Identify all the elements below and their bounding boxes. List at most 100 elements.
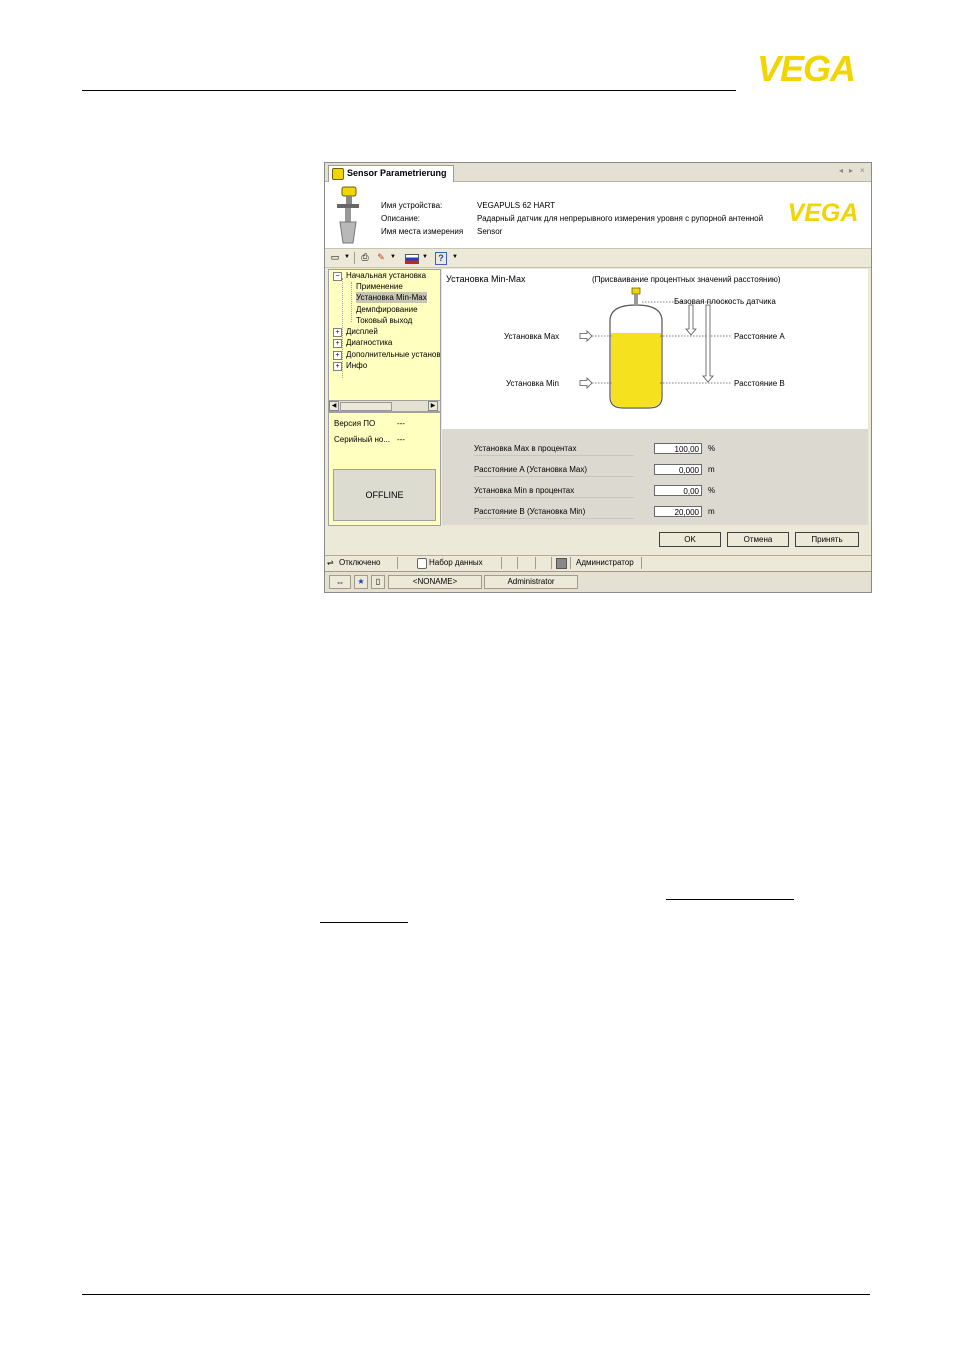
help-icon[interactable]: ?: [435, 252, 447, 265]
header-rule: [82, 90, 736, 91]
distance-a-arrow: [685, 304, 697, 336]
device-name-value: VEGAPULS 62 HART: [477, 201, 556, 210]
param-label: Расстояние B (Установка Min): [474, 507, 586, 516]
vega-logo-small-text: VEGA: [788, 200, 859, 224]
tree-item-label: Токовый выход: [356, 316, 413, 325]
param-divider: [474, 497, 634, 498]
distance-a-field[interactable]: 0,000: [654, 464, 702, 475]
toolbar: ▭ ▼ ⎙ ✎ ▼ ▼ ? ▼: [325, 249, 871, 268]
status-separator: [551, 557, 552, 569]
tree-item-label: Применение: [356, 282, 403, 291]
tab-prev-icon[interactable]: ◂: [839, 166, 843, 175]
min-percent-field[interactable]: 0,00: [654, 485, 702, 496]
status-separator: [397, 557, 398, 569]
min-max-diagram: Установка Min-Max (Присваивание процентн…: [442, 269, 868, 429]
tree-item-damping[interactable]: Демпфирование: [356, 304, 418, 315]
scroll-thumb[interactable]: [340, 402, 392, 411]
collapse-icon[interactable]: −: [333, 272, 342, 281]
link-underline: [666, 899, 794, 900]
chevron-down-icon[interactable]: ▼: [341, 252, 353, 263]
tab-next-icon[interactable]: ▸: [849, 166, 853, 175]
connection-toggle-icon[interactable]: ⇔: [329, 575, 351, 589]
serial-number-label: Серийный но...: [334, 435, 391, 444]
tab-title: Sensor Parametrierung: [347, 168, 447, 178]
param-divider: [474, 476, 634, 477]
tree-item-application[interactable]: Применение: [356, 281, 403, 292]
document-icon[interactable]: ▯: [371, 575, 385, 589]
navigation-tree: − Начальная установка Применение Установ…: [328, 269, 441, 409]
status-separator: [517, 557, 518, 569]
status-separator: [535, 557, 536, 569]
tank-liquid: [611, 333, 661, 407]
user-tab[interactable]: Administrator: [484, 575, 578, 589]
param-unit: %: [708, 486, 716, 495]
language-flag-icon[interactable]: [405, 254, 419, 264]
scroll-left-icon[interactable]: ◀: [329, 401, 339, 411]
param-label: Установка Max в процентах: [474, 444, 577, 453]
status-bar: ⇌ Отключено Набор данных Администратор: [325, 555, 871, 570]
tab-sensor-parametrierung[interactable]: Sensor Parametrierung: [328, 165, 454, 182]
tree-item-label: Диагностика: [346, 338, 393, 347]
tree-item-label: Демпфирование: [356, 305, 418, 314]
apply-button[interactable]: Принять: [795, 532, 859, 547]
param-label: Установка Min в процентах: [474, 486, 575, 495]
firmware-version-value: ---: [397, 419, 405, 428]
max-percent-field[interactable]: 100,00: [654, 443, 702, 454]
expand-icon[interactable]: +: [333, 328, 342, 337]
footer-rule: [82, 1294, 870, 1295]
sensor-parametrierung-window: Sensor Parametrierung ◂ ▸ × Имя устройст…: [324, 162, 872, 593]
dataset-status: Набор данных: [429, 558, 483, 567]
tree-horizontal-scrollbar[interactable]: ◀ ▶: [328, 400, 441, 412]
status-separator: [570, 557, 571, 569]
project-name-tab[interactable]: <NONAME>: [388, 575, 482, 589]
chevron-down-icon[interactable]: ▼: [419, 252, 431, 263]
ok-button[interactable]: OK: [659, 532, 721, 547]
expand-icon[interactable]: +: [333, 362, 342, 371]
vega-logo-small: VEGA: [788, 200, 859, 224]
tree-item-label: Инфо: [346, 361, 368, 370]
sensor-neck: [634, 294, 638, 304]
param-divider: [474, 455, 634, 456]
offline-status: OFFLINE: [333, 469, 436, 521]
measurement-place-label: Имя места измерения: [381, 227, 464, 236]
param-unit: %: [708, 444, 716, 453]
tree-connector: [351, 282, 353, 322]
device-info-bar: Имя устройства: VEGAPULS 62 HART Описани…: [325, 182, 871, 249]
measurement-place-value: Sensor: [477, 227, 503, 236]
status-separator: [501, 557, 502, 569]
close-icon[interactable]: ×: [860, 166, 865, 175]
chevron-down-icon[interactable]: ▼: [387, 252, 399, 263]
distance-b-arrow: [702, 304, 714, 383]
cancel-button[interactable]: Отмена: [727, 532, 789, 547]
param-unit: m: [708, 465, 715, 474]
serial-number-value: ---: [397, 435, 405, 444]
view-menu-icon[interactable]: ▭: [329, 252, 341, 263]
expand-icon[interactable]: +: [333, 351, 342, 360]
arrow-right-icon: [579, 377, 593, 389]
dataset-icon: [417, 558, 427, 569]
link-underline: [320, 922, 408, 923]
distance-b-field[interactable]: 20,000: [654, 506, 702, 517]
user-role: Администратор: [576, 558, 634, 567]
expand-icon[interactable]: +: [333, 339, 342, 348]
project-icon[interactable]: ★: [354, 575, 368, 589]
radar-sensor-icon: [337, 186, 359, 244]
tree-item-label: Установка Min-Max: [356, 293, 427, 302]
tree-item-current-output[interactable]: Токовый выход: [356, 315, 412, 326]
param-label: Расстояние A (Установка Max): [474, 465, 588, 474]
chevron-down-icon[interactable]: ▼: [449, 252, 461, 263]
bottom-taskbar: ⇔ ★ ▯ <NONAME> Administrator: [325, 571, 871, 592]
param-divider: [474, 518, 634, 519]
description-value: Радарный датчик для непрерывного измерен…: [477, 214, 764, 223]
tree-item-label: Дополнительные установ: [346, 350, 441, 359]
min-max-parameters: Установка Max в процентах 100,00 % Расст…: [442, 429, 868, 525]
print-icon[interactable]: ⎙: [359, 252, 371, 263]
tab-bar: Sensor Parametrierung ◂ ▸ ×: [325, 163, 871, 182]
tools-icon[interactable]: ✎: [375, 252, 387, 263]
disconnected-icon: ⇌: [327, 558, 334, 567]
user-icon: [556, 558, 567, 569]
description-label: Описание:: [381, 214, 421, 223]
tree-item-min-max[interactable]: Установка Min-Max: [356, 292, 427, 304]
sensor-head-icon: [631, 287, 641, 295]
scroll-right-icon[interactable]: ▶: [428, 401, 438, 411]
